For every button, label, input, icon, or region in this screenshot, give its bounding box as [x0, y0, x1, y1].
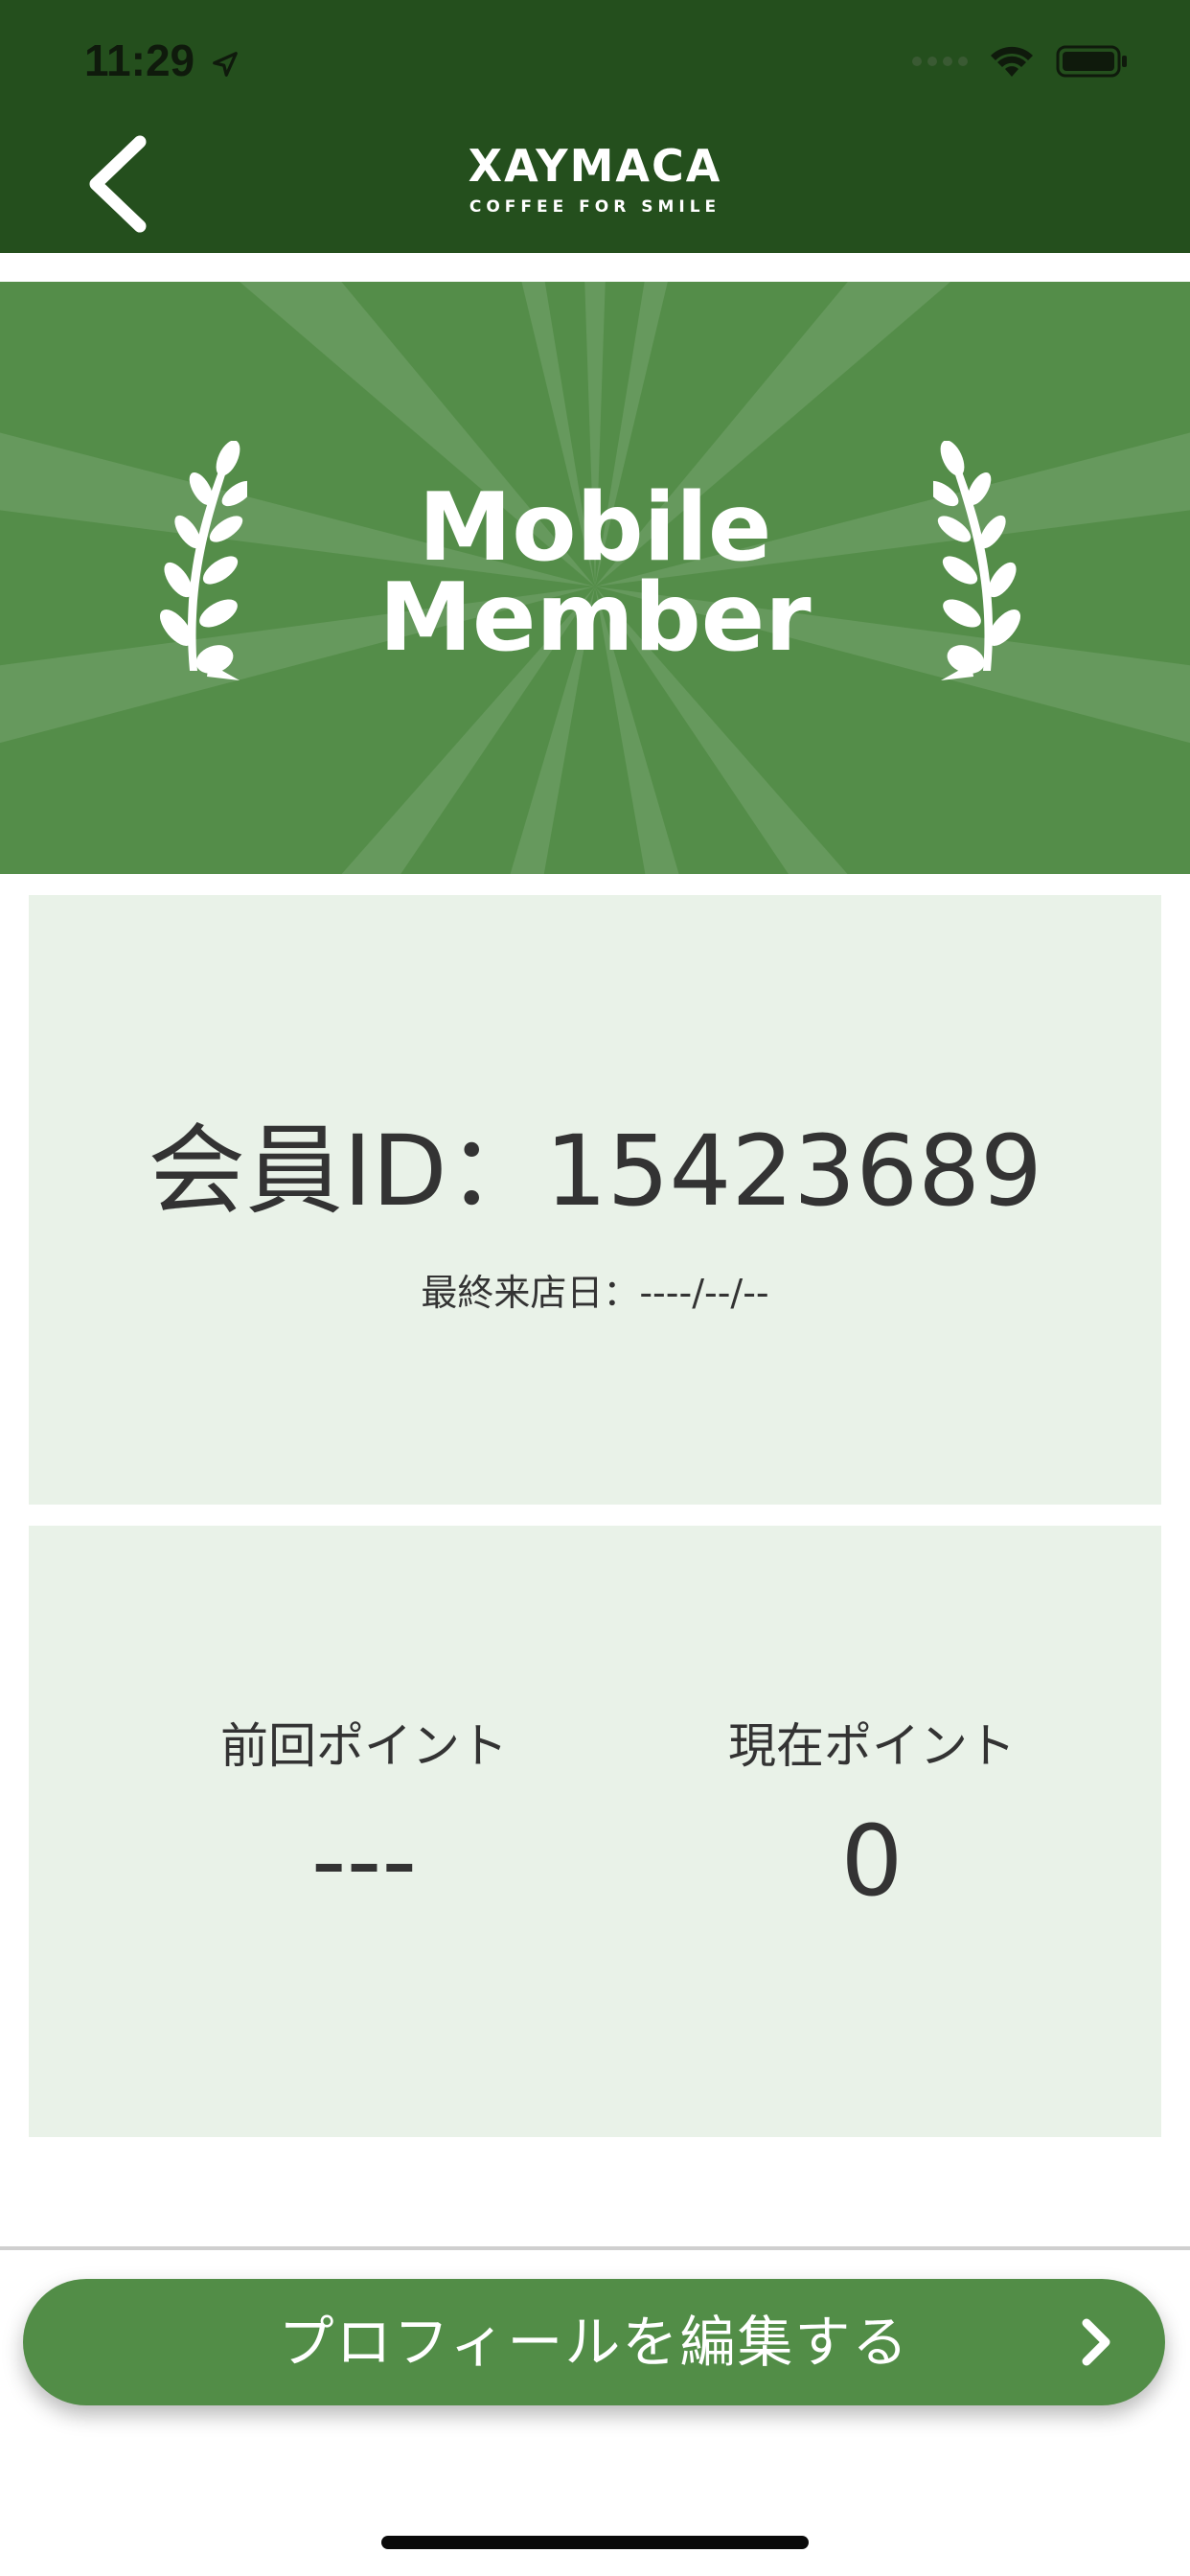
bottom-divider [0, 2246, 1190, 2250]
last-visit-date: 最終来店日：----/--/-- [421, 1272, 769, 1314]
brand-name: XAYMACA [468, 140, 722, 192]
previous-points: 前回ポイント --- [105, 1717, 623, 1911]
laurel-right-icon [933, 441, 1021, 680]
mobile-member-banner: Mobile Member [0, 282, 1190, 874]
battery-icon [1056, 45, 1127, 78]
edit-profile-button[interactable]: プロフィールを編集する [23, 2279, 1165, 2405]
member-id: 会員ID：15423689 [148, 1115, 1042, 1229]
previous-points-label: 前回ポイント [220, 1718, 508, 1774]
home-indicator[interactable] [381, 2536, 809, 2549]
status-indicators [912, 42, 1129, 80]
app-header: 11:29 XAYMACA COFFEE FOR SMILE [0, 0, 1190, 253]
status-bar-time: 11:29 [84, 34, 240, 86]
previous-points-value: --- [310, 1805, 418, 1919]
wifi-icon [991, 46, 1033, 77]
location-arrow-icon [213, 51, 238, 77]
chevron-right-icon [1082, 2318, 1110, 2366]
member-info-card: 会員ID：15423689 最終来店日：----/--/-- [29, 895, 1161, 1505]
brand-logo: XAYMACA COFFEE FOR SMILE [0, 144, 1190, 216]
cellular-signal-icon [912, 57, 968, 66]
brand-tagline: COFFEE FOR SMILE [469, 197, 721, 217]
status-time-text: 11:29 [84, 35, 195, 85]
points-card: 前回ポイント --- 現在ポイント 0 [29, 1526, 1161, 2137]
current-points-label: 現在ポイント [728, 1718, 1016, 1774]
current-points-value: 0 [840, 1805, 904, 1919]
current-points: 現在ポイント 0 [613, 1717, 1131, 1911]
edit-profile-label: プロフィールを編集する [278, 2310, 910, 2375]
